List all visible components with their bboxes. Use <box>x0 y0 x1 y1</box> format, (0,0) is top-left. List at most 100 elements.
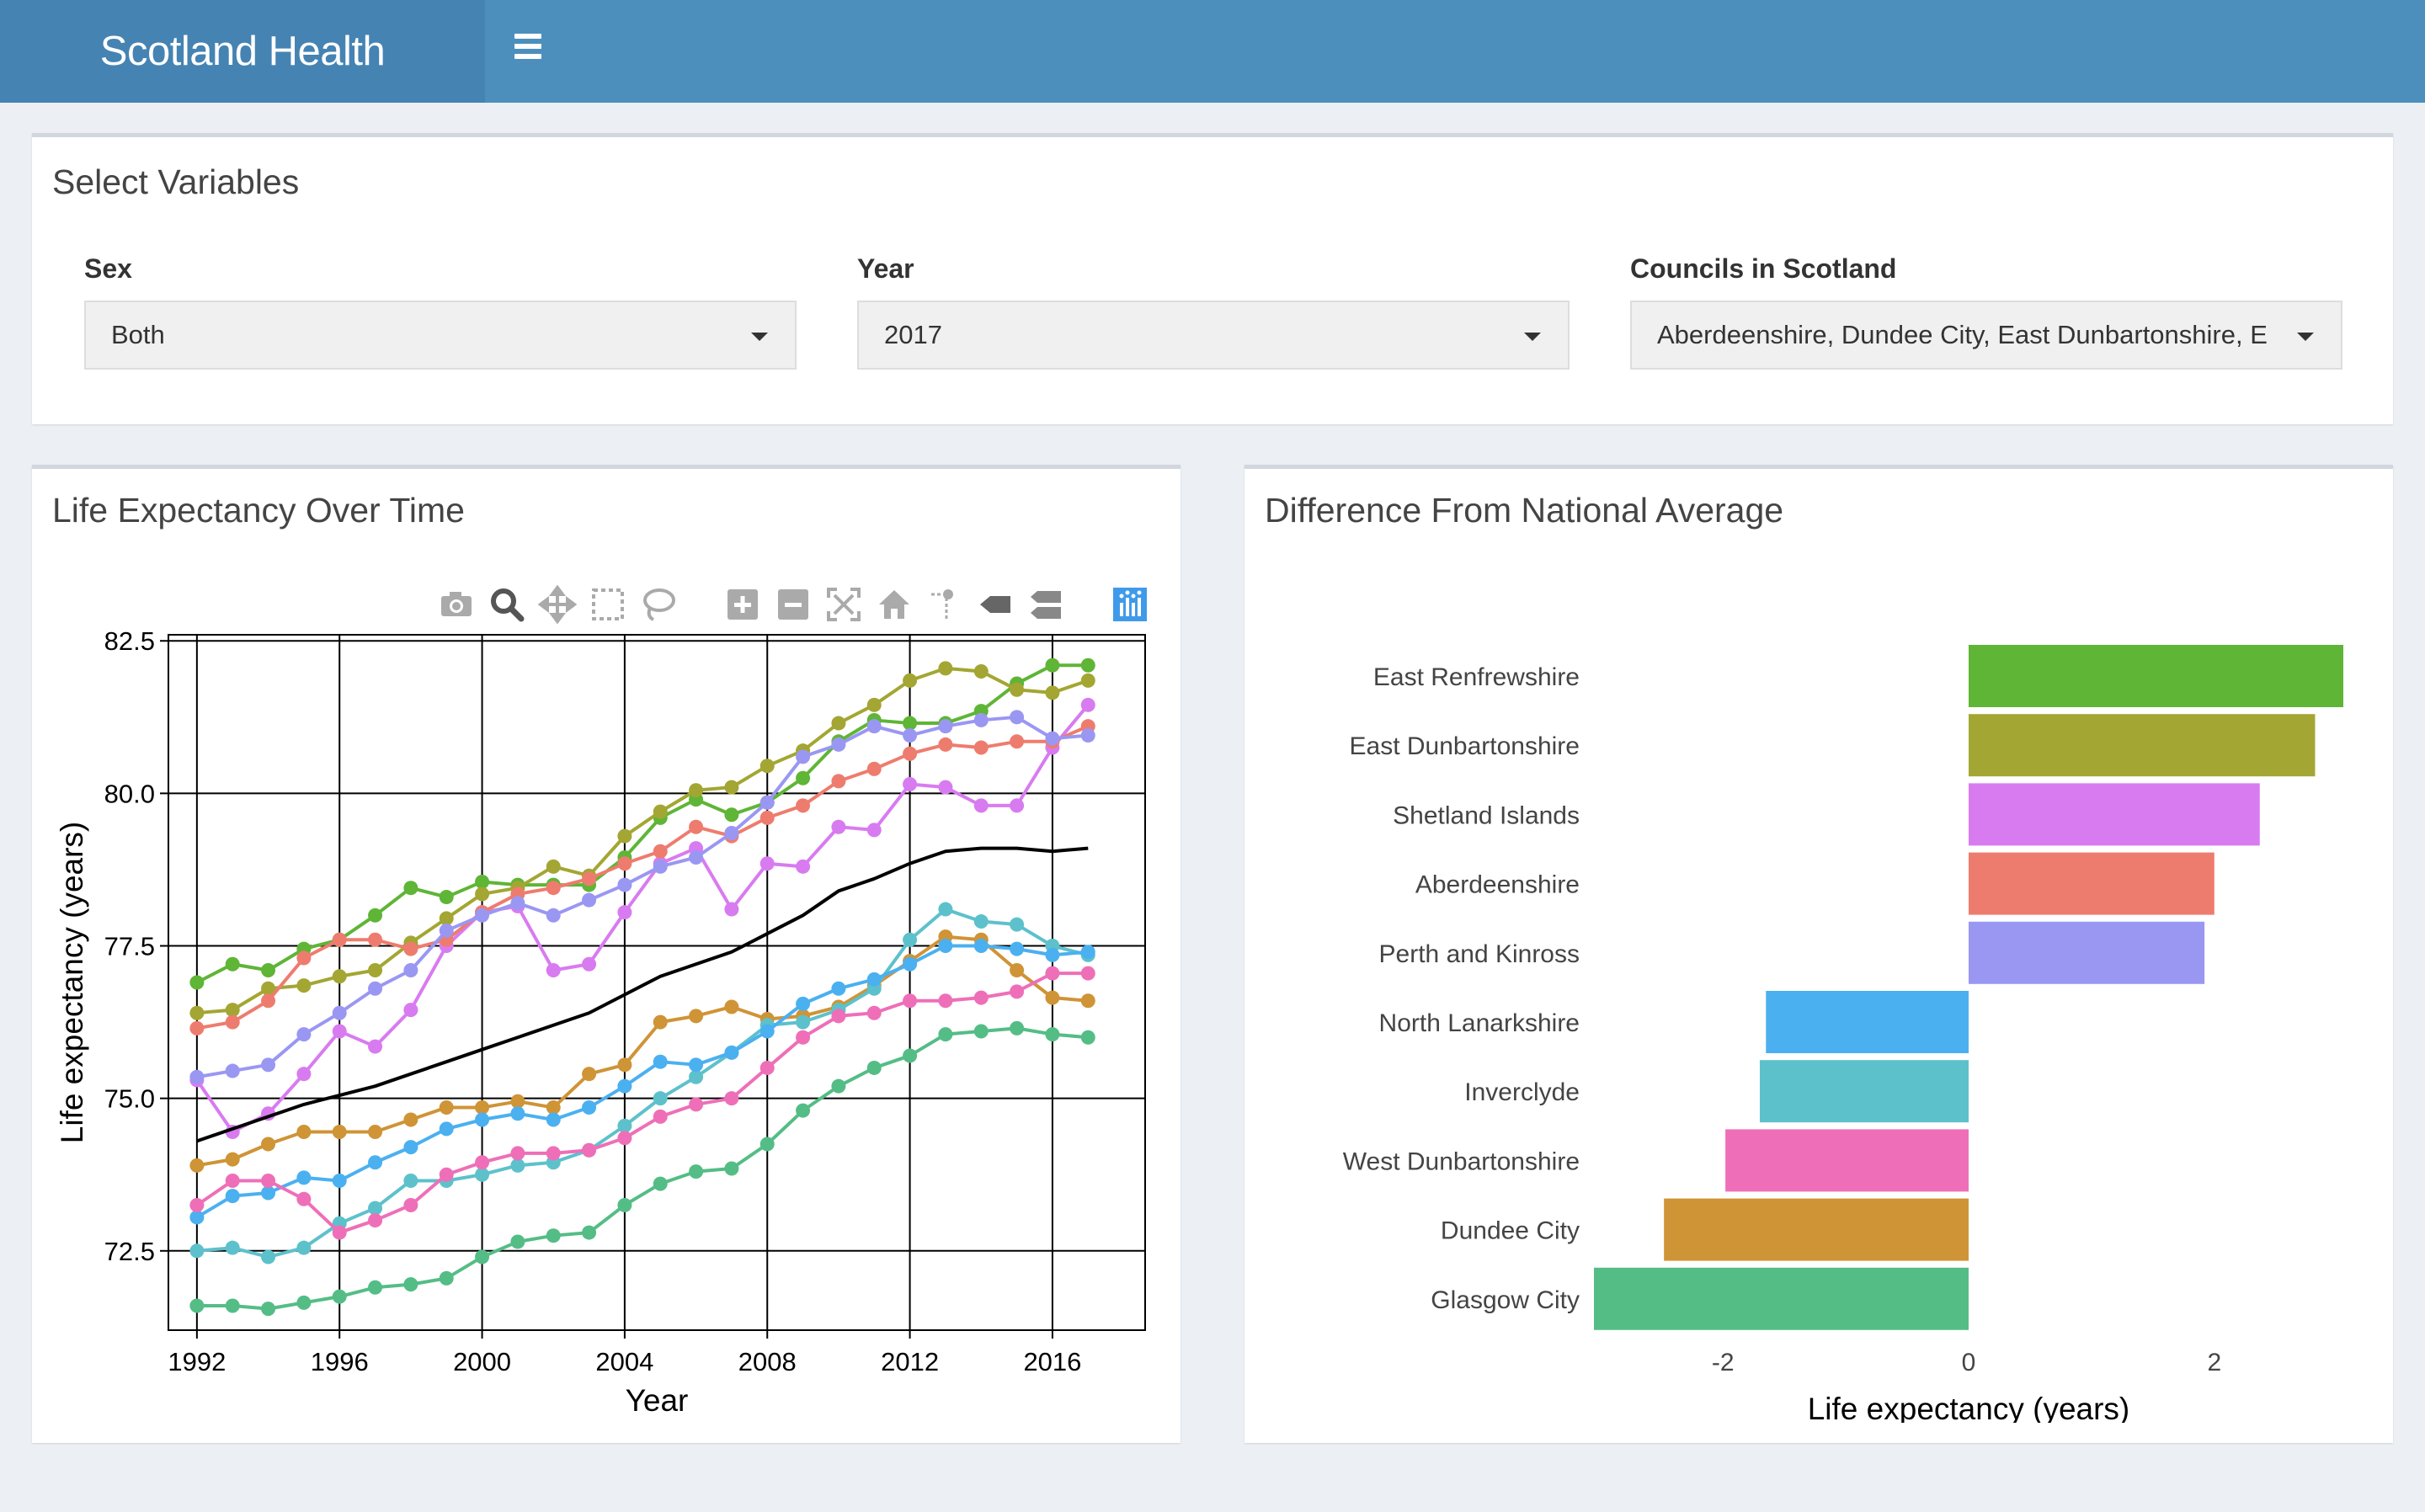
data-point[interactable] <box>796 1014 811 1030</box>
camera-icon[interactable] <box>441 592 472 616</box>
data-point[interactable] <box>796 770 811 785</box>
data-point[interactable] <box>225 1014 240 1030</box>
data-point[interactable] <box>866 761 882 776</box>
data-point[interactable] <box>973 914 989 929</box>
data-point[interactable] <box>475 874 490 889</box>
data-point[interactable] <box>475 1112 490 1127</box>
data-point[interactable] <box>225 1189 240 1204</box>
data-point[interactable] <box>653 1014 668 1030</box>
data-point[interactable] <box>332 932 347 947</box>
data-point[interactable] <box>368 1039 383 1054</box>
data-point[interactable] <box>510 1146 525 1161</box>
data-point[interactable] <box>225 1152 240 1167</box>
data-point[interactable] <box>903 932 918 947</box>
data-point[interactable] <box>582 1142 597 1158</box>
data-point[interactable] <box>582 871 597 886</box>
hamburger-menu-icon[interactable] <box>509 29 551 71</box>
bar[interactable] <box>1725 1129 1969 1192</box>
data-point[interactable] <box>938 737 953 752</box>
data-point[interactable] <box>225 1003 240 1018</box>
bar[interactable] <box>1664 1198 1969 1261</box>
data-point[interactable] <box>1010 941 1025 956</box>
data-point[interactable] <box>546 859 561 874</box>
data-point[interactable] <box>225 1240 240 1255</box>
data-point[interactable] <box>296 1191 312 1206</box>
data-point[interactable] <box>689 1069 704 1084</box>
data-point[interactable] <box>439 1167 454 1182</box>
data-point[interactable] <box>368 1280 383 1295</box>
data-point[interactable] <box>403 881 418 896</box>
data-point[interactable] <box>439 1100 454 1115</box>
data-point[interactable] <box>261 993 276 1009</box>
data-point[interactable] <box>831 716 846 731</box>
data-point[interactable] <box>403 1173 418 1188</box>
data-point[interactable] <box>653 1109 668 1124</box>
data-point[interactable] <box>759 856 775 871</box>
data-point[interactable] <box>510 896 525 911</box>
data-point[interactable] <box>296 1295 312 1310</box>
data-point[interactable] <box>689 1164 704 1179</box>
data-point[interactable] <box>617 1131 632 1146</box>
data-point[interactable] <box>368 1201 383 1216</box>
data-point[interactable] <box>903 777 918 792</box>
data-point[interactable] <box>796 1103 811 1118</box>
data-point[interactable] <box>546 1112 561 1127</box>
data-point[interactable] <box>617 1197 632 1212</box>
data-point[interactable] <box>582 1100 597 1115</box>
data-point[interactable] <box>403 1277 418 1292</box>
data-point[interactable] <box>938 902 953 917</box>
data-point[interactable] <box>938 719 953 734</box>
data-point[interactable] <box>189 1158 205 1173</box>
data-point[interactable] <box>831 1009 846 1024</box>
data-point[interactable] <box>831 774 846 789</box>
data-point[interactable] <box>1045 1027 1060 1042</box>
data-point[interactable] <box>582 1067 597 1082</box>
data-point[interactable] <box>653 844 668 859</box>
data-point[interactable] <box>938 661 953 676</box>
data-point[interactable] <box>724 902 739 917</box>
data-point[interactable] <box>189 1005 205 1020</box>
data-point[interactable] <box>439 1121 454 1137</box>
data-point[interactable] <box>1010 682 1025 697</box>
data-point[interactable] <box>938 939 953 954</box>
data-point[interactable] <box>866 697 882 712</box>
data-point[interactable] <box>1045 990 1060 1005</box>
data-point[interactable] <box>1080 728 1095 743</box>
data-point[interactable] <box>225 1173 240 1188</box>
data-point[interactable] <box>689 849 704 865</box>
data-point[interactable] <box>1080 945 1095 960</box>
data-point[interactable] <box>296 1125 312 1140</box>
data-point[interactable] <box>903 728 918 743</box>
data-point[interactable] <box>689 1057 704 1073</box>
data-point[interactable] <box>296 1067 312 1082</box>
data-point[interactable] <box>617 877 632 892</box>
data-point[interactable] <box>617 856 632 871</box>
sex-select[interactable]: Both <box>84 301 797 370</box>
data-point[interactable] <box>332 1173 347 1188</box>
data-point[interactable] <box>189 1197 205 1212</box>
data-point[interactable] <box>759 1137 775 1152</box>
data-point[interactable] <box>903 746 918 761</box>
data-point[interactable] <box>724 999 739 1014</box>
data-point[interactable] <box>724 1045 739 1060</box>
bar[interactable] <box>1969 714 2316 777</box>
data-point[interactable] <box>296 950 312 966</box>
data-point[interactable] <box>973 939 989 954</box>
data-point[interactable] <box>403 1197 418 1212</box>
data-point[interactable] <box>903 673 918 688</box>
data-point[interactable] <box>759 759 775 774</box>
data-point[interactable] <box>1080 673 1095 688</box>
data-point[interactable] <box>617 1057 632 1073</box>
data-point[interactable] <box>439 911 454 926</box>
data-point[interactable] <box>866 719 882 734</box>
data-point[interactable] <box>653 859 668 874</box>
data-point[interactable] <box>759 810 775 825</box>
bar[interactable] <box>1969 645 2343 707</box>
data-point[interactable] <box>261 1173 276 1188</box>
data-point[interactable] <box>582 956 597 972</box>
data-point[interactable] <box>510 1094 525 1109</box>
data-point[interactable] <box>796 749 811 764</box>
data-point[interactable] <box>1045 966 1060 981</box>
data-point[interactable] <box>866 823 882 838</box>
data-point[interactable] <box>546 908 561 923</box>
